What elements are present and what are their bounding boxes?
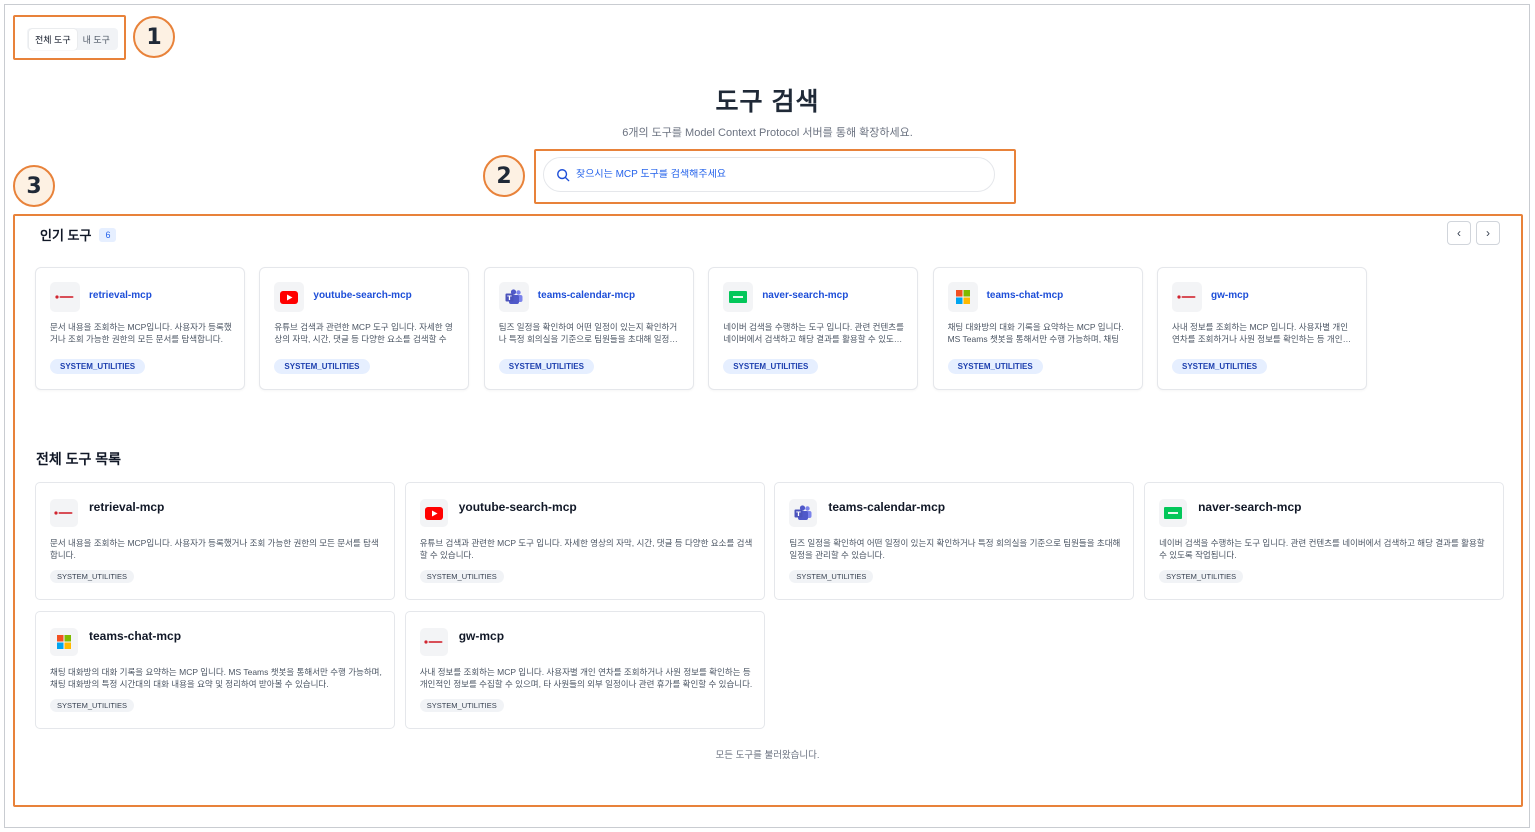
- teams-icon: T: [498, 282, 529, 312]
- tool-description: 채팅 대화방의 대화 기록을 요약하는 MCP 입니다. MS Teams 챗봇…: [50, 667, 382, 689]
- tool-name[interactable]: teams-calendar-mcp: [538, 290, 635, 301]
- search-box[interactable]: [543, 157, 995, 192]
- tool-card-naver-search-mcp[interactable]: naver-search-mcp 네이버 검색을 수행하는 도구 입니다. 관련 …: [1144, 482, 1505, 600]
- category-tag: SYSTEM_UTILITIES: [723, 359, 819, 374]
- teams-icon: T: [789, 499, 818, 527]
- tool-name[interactable]: naver-search-mcp: [1198, 500, 1301, 514]
- popular-card-gw-mcp[interactable]: gw-mcp 사내 정보를 조회하는 MCP 입니다. 사용자별 개인 연차를 조…: [1157, 267, 1367, 390]
- tool-card-retrieval-mcp[interactable]: retrieval-mcp 문서 내용을 조회하는 MCP입니다. 사용자가 등록…: [35, 482, 395, 600]
- chevron-left-icon: ‹: [1457, 226, 1461, 240]
- carousel-prev-button[interactable]: ‹: [1447, 221, 1471, 245]
- microsoft-icon: [947, 282, 978, 312]
- tool-description: 네이버 검색을 수행하는 도구 입니다. 관련 컨텐츠를 네이버에서 검색하고 …: [723, 322, 904, 344]
- doowon-logo-icon: [1172, 282, 1202, 312]
- search-input[interactable]: [576, 169, 956, 180]
- tool-name[interactable]: teams-chat-mcp: [89, 629, 181, 643]
- tool-description: 유튜브 검색과 관련한 MCP 도구 입니다. 자세한 영상의 자막, 시간, …: [419, 538, 753, 560]
- popular-card-retrieval-mcp[interactable]: retrieval-mcp 문서 내용을 조회하는 MCP입니다. 사용자가 등록…: [35, 267, 245, 390]
- popular-card-teams-calendar-mcp[interactable]: Tteams-calendar-mcp 팀즈 일정을 확인하여 어떤 일정이 있는…: [483, 267, 694, 390]
- category-tag: SYSTEM_UTILITIES: [947, 359, 1043, 374]
- category-tag: SYSTEM_UTILITIES: [50, 359, 146, 374]
- youtube-icon: [274, 282, 305, 312]
- tool-name[interactable]: teams-chat-mcp: [987, 290, 1064, 301]
- microsoft-icon: [50, 628, 78, 656]
- category-tag: SYSTEM_UTILITIES: [1172, 359, 1268, 374]
- tool-name[interactable]: gw-mcp: [1211, 290, 1249, 301]
- category-tag: SYSTEM_UTILITIES: [419, 699, 504, 712]
- category-tag: SYSTEM_UTILITIES: [274, 359, 370, 374]
- annotation-box-1: [13, 15, 126, 60]
- tool-description: 문서 내용을 조회하는 MCP입니다. 사용자가 등록했거나 조회 가능한 권한…: [50, 538, 379, 560]
- all-tools-title: 전체 도구 목록: [36, 451, 122, 467]
- page-title: 도구 검색: [715, 88, 820, 116]
- doowon-logo-icon: [50, 282, 80, 312]
- search-icon: [557, 168, 570, 181]
- popular-header: 인기 도구 6: [40, 225, 117, 244]
- tool-card-teams-calendar-mcp[interactable]: Tteams-calendar-mcp 팀즈 일정을 확인하여 어떤 일정이 있는…: [774, 482, 1135, 600]
- category-tag: SYSTEM_UTILITIES: [419, 570, 504, 583]
- doowon-logo-icon: [50, 499, 78, 527]
- tool-name[interactable]: youtube-search-mcp: [313, 290, 411, 301]
- tool-name[interactable]: gw-mcp: [459, 629, 504, 643]
- tool-name[interactable]: youtube-search-mcp: [459, 500, 577, 514]
- popular-card-teams-chat-mcp[interactable]: teams-chat-mcp 채팅 대화방의 대화 기록을 요약하는 MCP 입니…: [932, 267, 1143, 390]
- tool-description: 사내 정보를 조회하는 MCP 입니다. 사용자별 개인 연차를 조회하거나 사…: [419, 667, 753, 689]
- svg-text:T: T: [797, 510, 802, 518]
- tool-name[interactable]: retrieval-mcp: [89, 290, 152, 301]
- popular-card-youtube-search-mcp[interactable]: youtube-search-mcp 유튜브 검색과 관련한 MCP 도구 입니다…: [259, 267, 470, 390]
- tool-card-teams-chat-mcp[interactable]: teams-chat-mcp 채팅 대화방의 대화 기록을 요약하는 MCP 입니…: [35, 611, 395, 729]
- load-complete-message: 모든 도구를 불러왔습니다.: [715, 750, 820, 761]
- category-tag: SYSTEM_UTILITIES: [498, 359, 594, 374]
- category-tag: SYSTEM_UTILITIES: [789, 570, 874, 583]
- tool-description: 팀즈 일정을 확인하여 어떤 일정이 있는지 확인하거나 특정 회의실을 기준으…: [498, 322, 678, 344]
- page-subtitle: 6개의 도구를 Model Context Protocol 서버를 통해 확장…: [622, 127, 913, 139]
- tool-description: 채팅 대화방의 대화 기록을 요약하는 MCP 입니다. MS Teams 챗봇…: [947, 322, 1124, 344]
- doowon-logo-icon: [419, 628, 448, 656]
- tool-description: 네이버 검색을 수행하는 도구 입니다. 관련 컨텐츠를 네이버에서 검색하고 …: [1159, 538, 1485, 560]
- youtube-icon: [419, 499, 448, 527]
- tool-description: 유튜브 검색과 관련한 MCP 도구 입니다. 자세한 영상의 자막, 시간, …: [274, 322, 453, 344]
- category-tag: SYSTEM_UTILITIES: [1159, 570, 1244, 583]
- tool-description: 팀즈 일정을 확인하여 어떤 일정이 있는지 확인하거나 특정 회의실을 기준으…: [789, 538, 1121, 560]
- carousel-next-button[interactable]: ›: [1476, 221, 1500, 245]
- annotation-badge-2: 2: [483, 155, 525, 197]
- tool-name[interactable]: teams-calendar-mcp: [828, 500, 945, 514]
- chevron-right-icon: ›: [1486, 226, 1490, 240]
- tool-card-youtube-search-mcp[interactable]: youtube-search-mcp 유튜브 검색과 관련한 MCP 도구 입니다…: [404, 482, 765, 600]
- tool-card-gw-mcp[interactable]: gw-mcp 사내 정보를 조회하는 MCP 입니다. 사용자별 개인 연차를 조…: [404, 611, 765, 729]
- category-tag: SYSTEM_UTILITIES: [50, 570, 135, 583]
- annotation-badge-3: 3: [13, 165, 55, 207]
- tool-name[interactable]: retrieval-mcp: [89, 500, 164, 514]
- popular-count-badge: 6: [99, 227, 117, 242]
- tool-description: 문서 내용을 조회하는 MCP입니다. 사용자가 등록했거나 조회 가능한 권한…: [50, 322, 232, 344]
- category-tag: SYSTEM_UTILITIES: [50, 699, 135, 712]
- tool-name[interactable]: naver-search-mcp: [762, 290, 848, 301]
- tool-description: 사내 정보를 조회하는 MCP 입니다. 사용자별 개인 연차를 조회하거나 사…: [1172, 322, 1352, 344]
- naver-icon: [723, 282, 754, 312]
- svg-text:T: T: [507, 294, 512, 302]
- annotation-badge-1: 1: [133, 16, 175, 58]
- naver-icon: [1159, 499, 1188, 527]
- popular-card-naver-search-mcp[interactable]: naver-search-mcp 네이버 검색을 수행하는 도구 입니다. 관련 …: [708, 267, 919, 390]
- popular-title: 인기 도구: [40, 228, 92, 243]
